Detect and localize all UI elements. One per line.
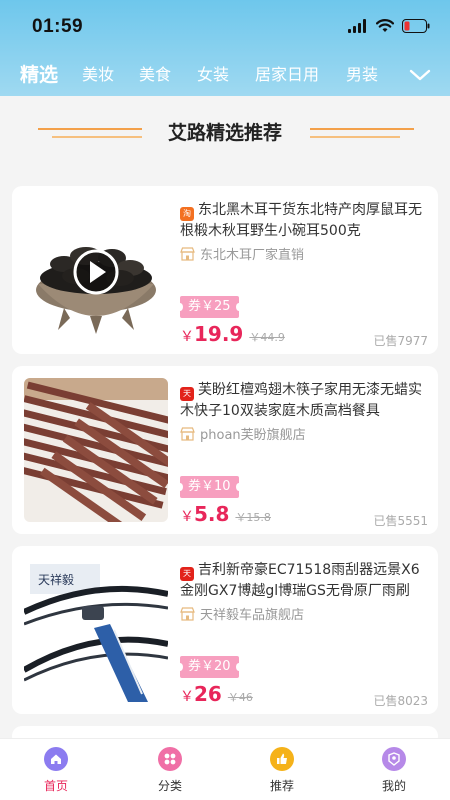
shop-info: 东北木耳厂家直销 (180, 244, 430, 263)
coupon-badge[interactable]: 券￥20 (177, 656, 242, 678)
coupon-badge[interactable]: 券￥25 (177, 296, 242, 318)
price: 26 (194, 682, 222, 706)
tmall-icon: 天 (180, 387, 194, 401)
svg-text:天祥毅: 天祥毅 (38, 572, 74, 587)
original-price: ￥44.9 (249, 331, 285, 344)
signal-icon (348, 19, 366, 33)
header: 01:59 精选 美妆 美食 女装 居家日用 男装 (0, 0, 450, 96)
currency-symbol: ￥ (180, 509, 194, 525)
nav-label: 分类 (157, 779, 182, 793)
price: 5.8 (194, 502, 230, 526)
store-icon (180, 606, 195, 621)
product-title[interactable]: 淘东北黑木耳干货东北特产肉厚鼠耳无根椴木秋耳野生小碗耳500克 (180, 200, 430, 241)
original-price: ￥15.8 (235, 511, 271, 524)
shop-info: phoan芙盼旗舰店 (180, 424, 430, 443)
product-image[interactable] (24, 378, 168, 522)
coupon-badge[interactable]: 券￥10 (177, 476, 242, 498)
sold-count: 已售8023 (373, 694, 428, 708)
home-icon (44, 747, 68, 771)
shop-name: phoan芙盼旗舰店 (200, 428, 306, 443)
price-row: ￥ 19.9 ￥44.9 (180, 322, 285, 346)
product-title[interactable]: 天芙盼红檀鸡翅木筷子家用无漆无蜡实木快子10双装家庭木质高档餐具 (180, 380, 430, 421)
price-row: ￥ 5.8 ￥15.8 (180, 502, 271, 526)
nav-recommend[interactable]: 推荐 (242, 747, 322, 794)
currency-symbol: ￥ (180, 689, 194, 705)
tab-food[interactable]: 美食 (139, 58, 171, 92)
bottom-nav: 首页 分类 推荐 我的 (0, 738, 450, 800)
status-bar: 01:59 (0, 0, 450, 52)
section-title: 艾路精选推荐 (167, 122, 282, 144)
nav-label: 我的 (381, 779, 406, 793)
product-card[interactable]: 天芙盼红檀鸡翅木筷子家用无漆无蜡实木快子10双装家庭木质高档餐具 phoan芙盼… (12, 366, 438, 534)
profile-icon (382, 747, 406, 771)
product-card[interactable]: 天祥毅 天吉利新帝豪EC71518雨刮器远景X6金刚GX7博越gl博瑞GS无骨原… (12, 546, 438, 714)
nav-category[interactable]: 分类 (130, 747, 210, 794)
nav-home[interactable]: 首页 (16, 747, 96, 794)
status-icons (348, 19, 430, 33)
product-title[interactable]: 天吉利新帝豪EC71518雨刮器远景X6金刚GX7博越gl博瑞GS无骨原厂雨刷 (180, 560, 430, 601)
product-image[interactable] (24, 198, 168, 342)
status-time: 01:59 (32, 16, 84, 37)
store-icon (180, 426, 195, 441)
nav-profile[interactable]: 我的 (354, 747, 434, 794)
section-header: 艾路精选推荐 (0, 112, 450, 152)
category-icon (158, 747, 182, 771)
store-icon (180, 246, 195, 261)
tab-beauty[interactable]: 美妆 (82, 58, 114, 92)
tab-mens-clothing[interactable]: 男装 (346, 58, 378, 92)
shop-name: 天祥毅车品旗舰店 (200, 608, 305, 623)
sold-count: 已售7977 (373, 334, 428, 348)
tab-home-goods[interactable]: 居家日用 (255, 58, 319, 92)
wifi-icon (376, 19, 394, 32)
tmall-icon: 天 (180, 567, 194, 581)
thumb-up-icon (270, 747, 294, 771)
nav-label: 推荐 (269, 779, 294, 793)
chevron-down-icon[interactable] (408, 63, 432, 87)
taobao-icon: 淘 (180, 207, 194, 221)
original-price: ￥46 (227, 691, 253, 704)
product-image[interactable]: 天祥毅 (24, 558, 168, 702)
tab-womens-clothing[interactable]: 女装 (197, 58, 229, 92)
battery-icon (402, 19, 430, 33)
category-tabs: 精选 美妆 美食 女装 居家日用 男装 (0, 58, 450, 92)
price: 19.9 (194, 322, 244, 346)
currency-symbol: ￥ (180, 329, 194, 345)
title-decoration-right (310, 128, 414, 130)
product-card[interactable]: 淘东北黑木耳干货东北特产肉厚鼠耳无根椴木秋耳野生小碗耳500克 东北木耳厂家直销… (12, 186, 438, 354)
sold-count: 已售5551 (373, 514, 428, 528)
shop-name: 东北木耳厂家直销 (200, 248, 305, 263)
shop-info: 天祥毅车品旗舰店 (180, 604, 430, 623)
tab-selected[interactable]: 精选 (20, 58, 58, 92)
nav-label: 首页 (43, 779, 68, 793)
title-decoration-right (310, 136, 400, 138)
price-row: ￥ 26 ￥46 (180, 682, 253, 706)
